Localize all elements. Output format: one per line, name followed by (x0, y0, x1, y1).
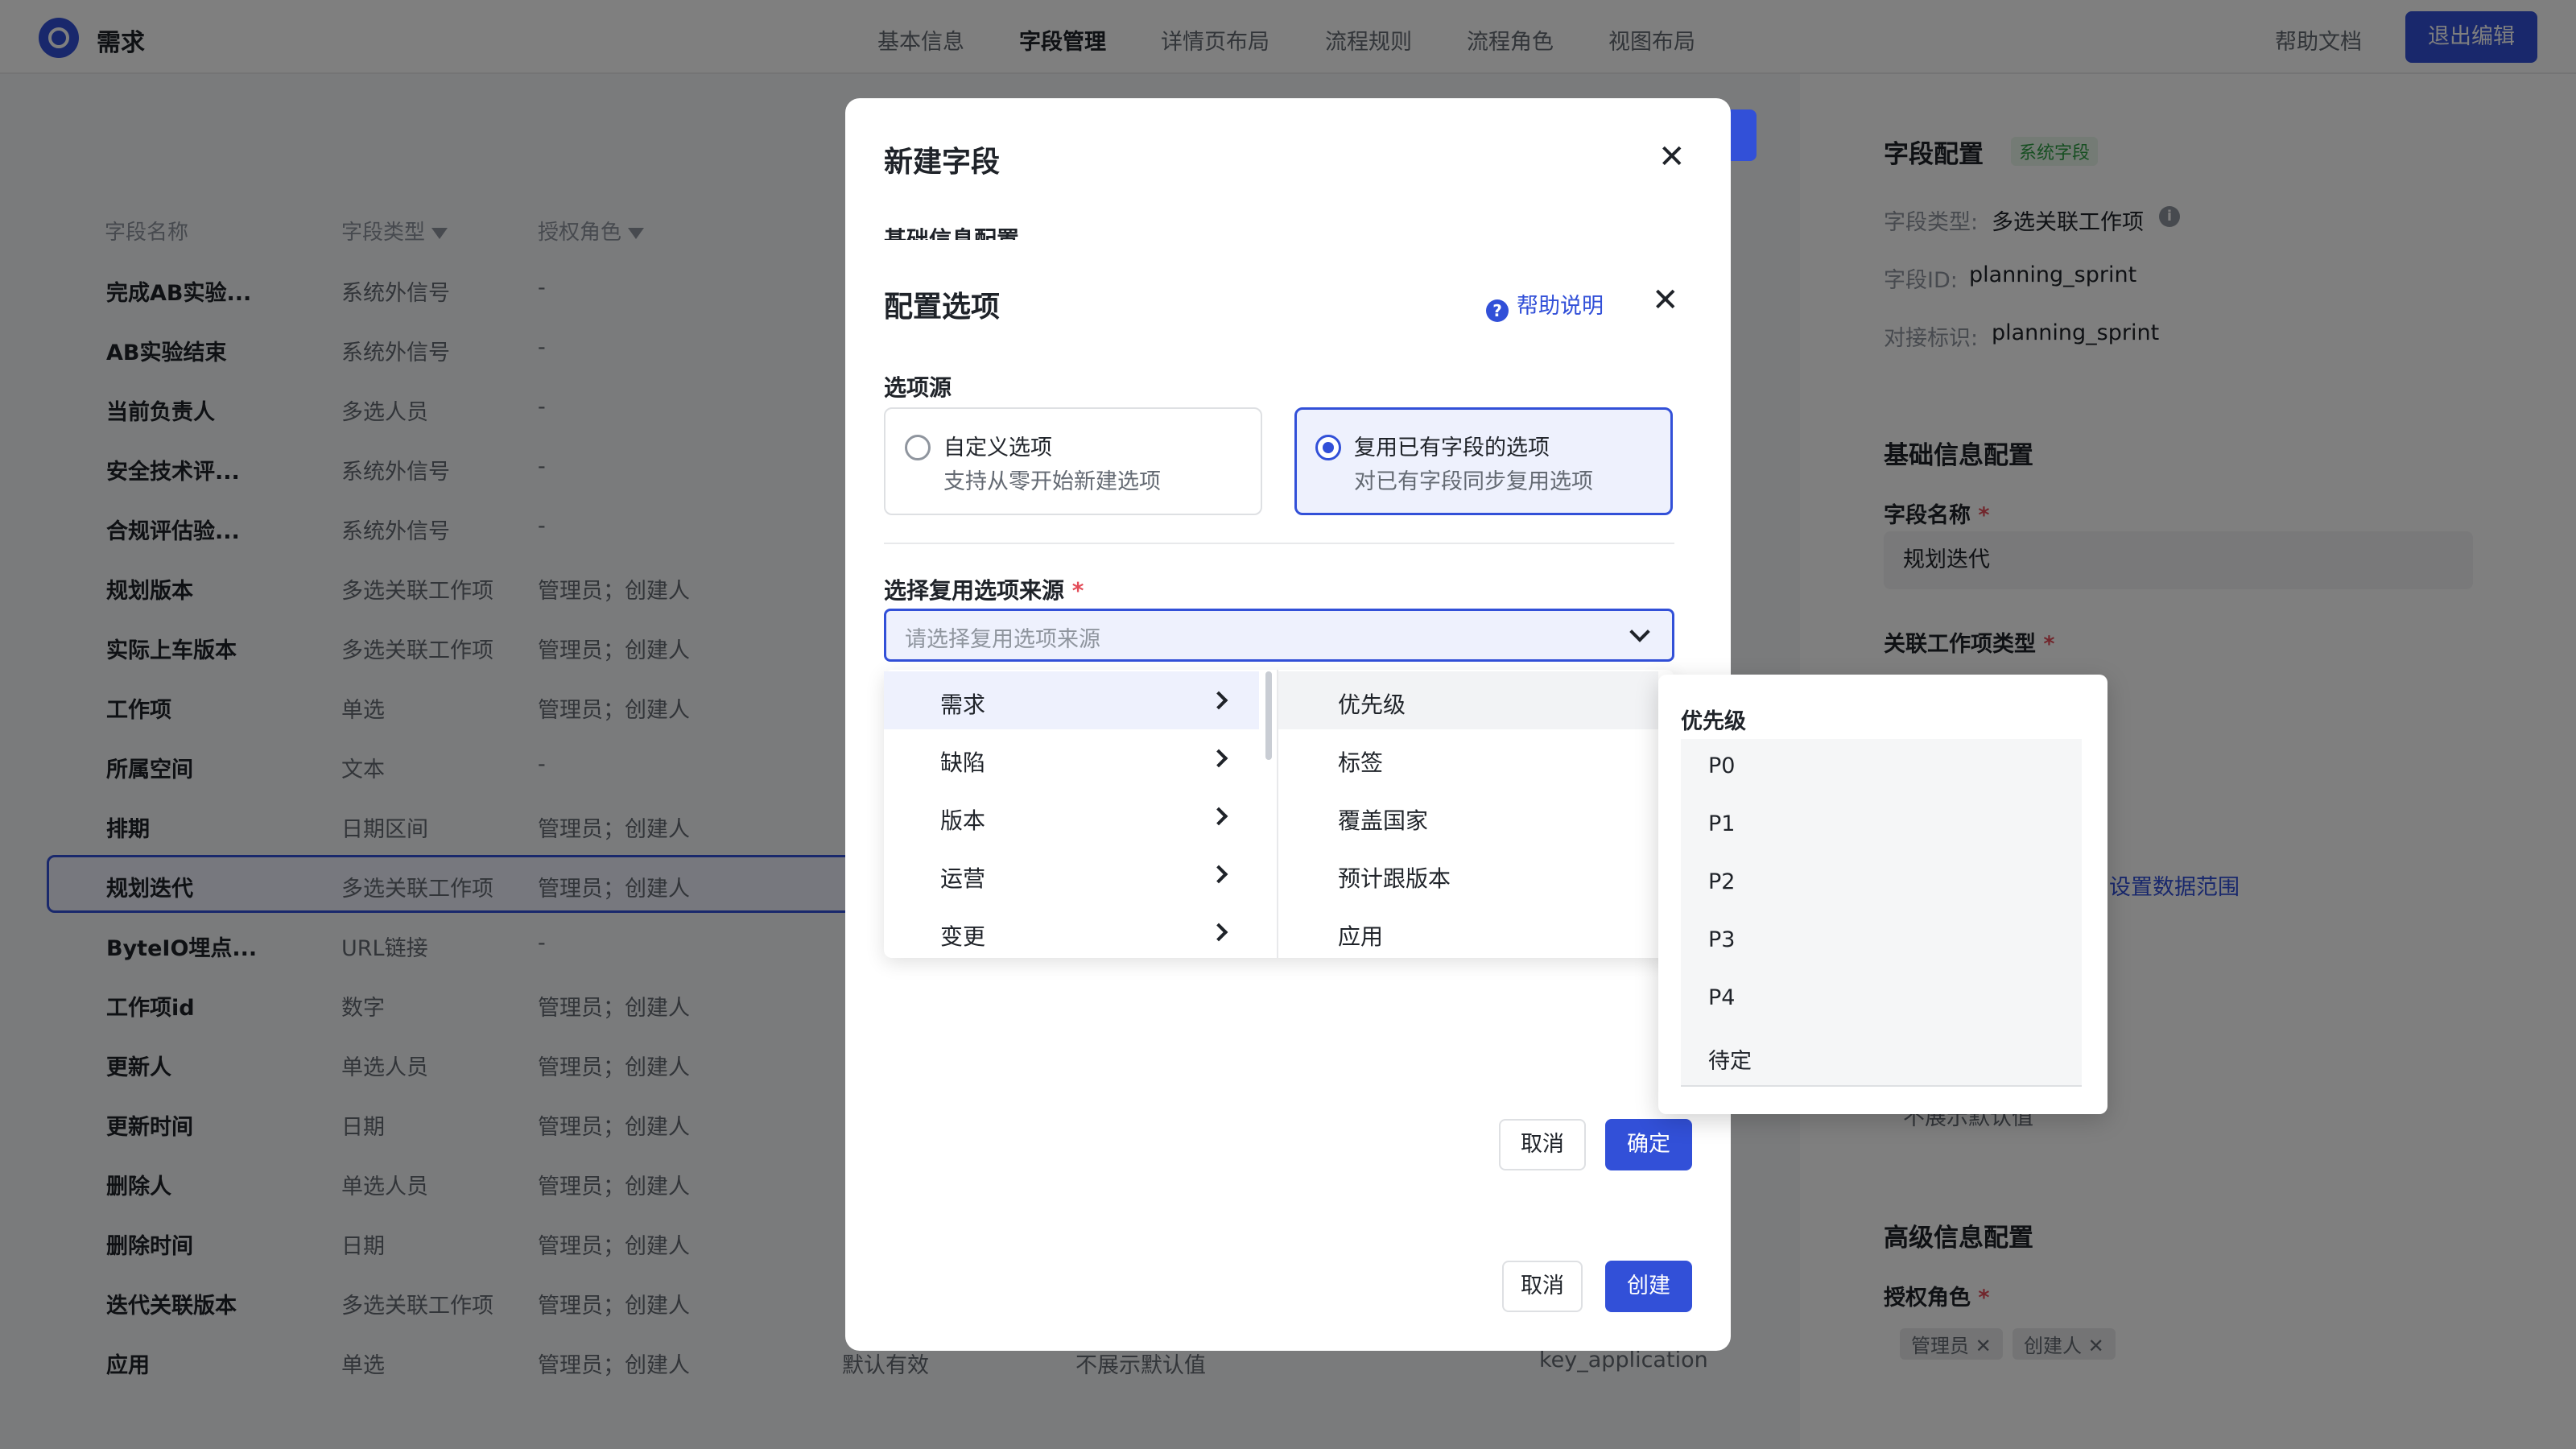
custom-options-title: 自定义选项 (943, 436, 1052, 460)
cascader-level1-item[interactable]: 需求 (940, 687, 985, 720)
cascader-level1-item[interactable]: 变更 (940, 919, 985, 952)
option-source-label: 选项源 (884, 374, 952, 401)
config-options-title: 配置选项 (884, 291, 1001, 324)
popover-option-list (1681, 739, 2082, 1087)
help-explain-link[interactable]: ? 帮助说明 (1486, 288, 1604, 322)
cascader-scrollbar[interactable] (1265, 671, 1272, 760)
config-cancel-button[interactable]: 取消 (1499, 1119, 1586, 1170)
popover-option: P4 (1708, 985, 1736, 1010)
custom-options-card[interactable] (884, 407, 1262, 515)
popover-option: P1 (1708, 811, 1736, 836)
reuse-options-desc: 对已有字段同步复用选项 (1354, 469, 1593, 494)
cascader-level2-item[interactable]: 应用 (1338, 919, 1383, 952)
reuse-options-radio[interactable] (1315, 435, 1341, 460)
config-confirm-button[interactable]: 确定 (1605, 1119, 1692, 1170)
popover-title: 优先级 (1681, 709, 1746, 734)
new-field-cancel-button[interactable]: 取消 (1502, 1261, 1583, 1312)
close-icon[interactable]: ✕ (1652, 282, 1679, 319)
help-icon: ? (1486, 299, 1509, 322)
custom-options-desc: 支持从零开始新建选项 (943, 469, 1161, 494)
cascader-level1-item[interactable]: 缺陷 (940, 745, 985, 778)
section-divider (884, 543, 1674, 544)
cascader-level2-item[interactable]: 覆盖国家 (1338, 803, 1428, 836)
popover-option: 待定 (1708, 1049, 1752, 1074)
cascader-level1-item[interactable]: 版本 (940, 803, 985, 836)
cascader-hover-row (1278, 671, 1658, 729)
popover-option: P0 (1708, 753, 1736, 778)
new-field-create-button[interactable]: 创建 (1605, 1261, 1692, 1312)
reuse-options-title: 复用已有字段的选项 (1354, 436, 1550, 460)
close-icon[interactable]: ✕ (1658, 138, 1686, 175)
custom-options-radio[interactable] (905, 435, 931, 460)
reuse-source-placeholder: 请选择复用选项来源 (905, 627, 1100, 652)
new-field-modal-title: 新建字段 (884, 146, 1001, 179)
popover-option: P3 (1708, 927, 1736, 952)
cascader-level2-item[interactable]: 标签 (1338, 745, 1383, 778)
cascader-level1-item[interactable]: 运营 (940, 861, 985, 894)
popover-option: P2 (1708, 869, 1736, 894)
cascader-level2-item[interactable]: 预计跟版本 (1338, 861, 1451, 894)
reuse-options-card[interactable] (1294, 407, 1673, 515)
cascader-level2-item[interactable]: 优先级 (1338, 687, 1406, 720)
reuse-source-label: 选择复用选项来源 * (884, 577, 1084, 604)
